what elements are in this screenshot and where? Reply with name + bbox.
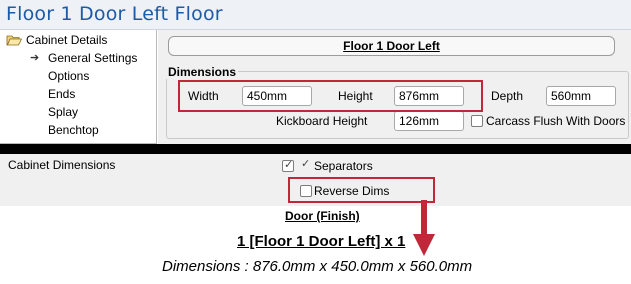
report-dimensions-line: Dimensions : 876.0mm x 450.0mm x 560.0mm (162, 258, 473, 275)
cabinet-dimensions-label: Cabinet Dimensions (8, 158, 116, 172)
depth-field[interactable] (546, 86, 616, 106)
tree-item-general-settings[interactable]: ➔ General Settings (30, 50, 137, 66)
cabinet-tree: Cabinet Details ➔ General Settings Optio… (0, 30, 157, 144)
tree-item-label: Benchtop (48, 123, 99, 137)
report-cabinet-line: 1 [Floor 1 Door Left] x 1 (237, 233, 406, 250)
tree-item-label: Options (48, 69, 90, 83)
width-height-highlight (178, 80, 483, 112)
tree-root-label: Cabinet Details (26, 33, 108, 47)
report-heading: Door (Finish) (285, 209, 360, 223)
tree-root-cabinet-details[interactable]: Cabinet Details (6, 32, 107, 48)
tree-item-label: Ends (48, 87, 76, 101)
depth-label: Depth (491, 89, 524, 103)
separators-check-icon (300, 157, 312, 172)
tree-item-options[interactable]: Options (48, 68, 89, 84)
cabinet-title-button[interactable]: Floor 1 Door Left (168, 36, 615, 56)
tree-item-label: Splay (48, 105, 79, 119)
image-divider (0, 144, 631, 154)
separators-checkbox[interactable] (282, 158, 294, 172)
window-title: Floor 1 Door Left Floor (6, 3, 223, 25)
tree-item-ends[interactable]: Ends (48, 86, 75, 102)
separators-label: Separators (314, 159, 373, 173)
tree-item-splay[interactable]: Splay (48, 104, 78, 120)
report-preview: Door (Finish) 1 [Floor 1 Door Left] x 1 … (0, 206, 631, 284)
carcass-flush-checkbox[interactable] (471, 115, 483, 127)
carcass-flush-label: Carcass Flush With Doors (486, 114, 626, 128)
tree-item-label: General Settings (48, 51, 138, 65)
red-arrow-down-icon (413, 200, 435, 256)
kickboard-height-field[interactable] (394, 111, 464, 131)
window-title-bar: Floor 1 Door Left Floor (0, 0, 631, 30)
folder-open-icon (6, 35, 22, 46)
arrow-right-icon: ➔ (30, 52, 40, 64)
dimensions-legend: Dimensions (166, 65, 239, 79)
tree-item-benchtop[interactable]: Benchtop (48, 122, 99, 138)
kickboard-height-label: Kickboard Height (276, 114, 368, 128)
